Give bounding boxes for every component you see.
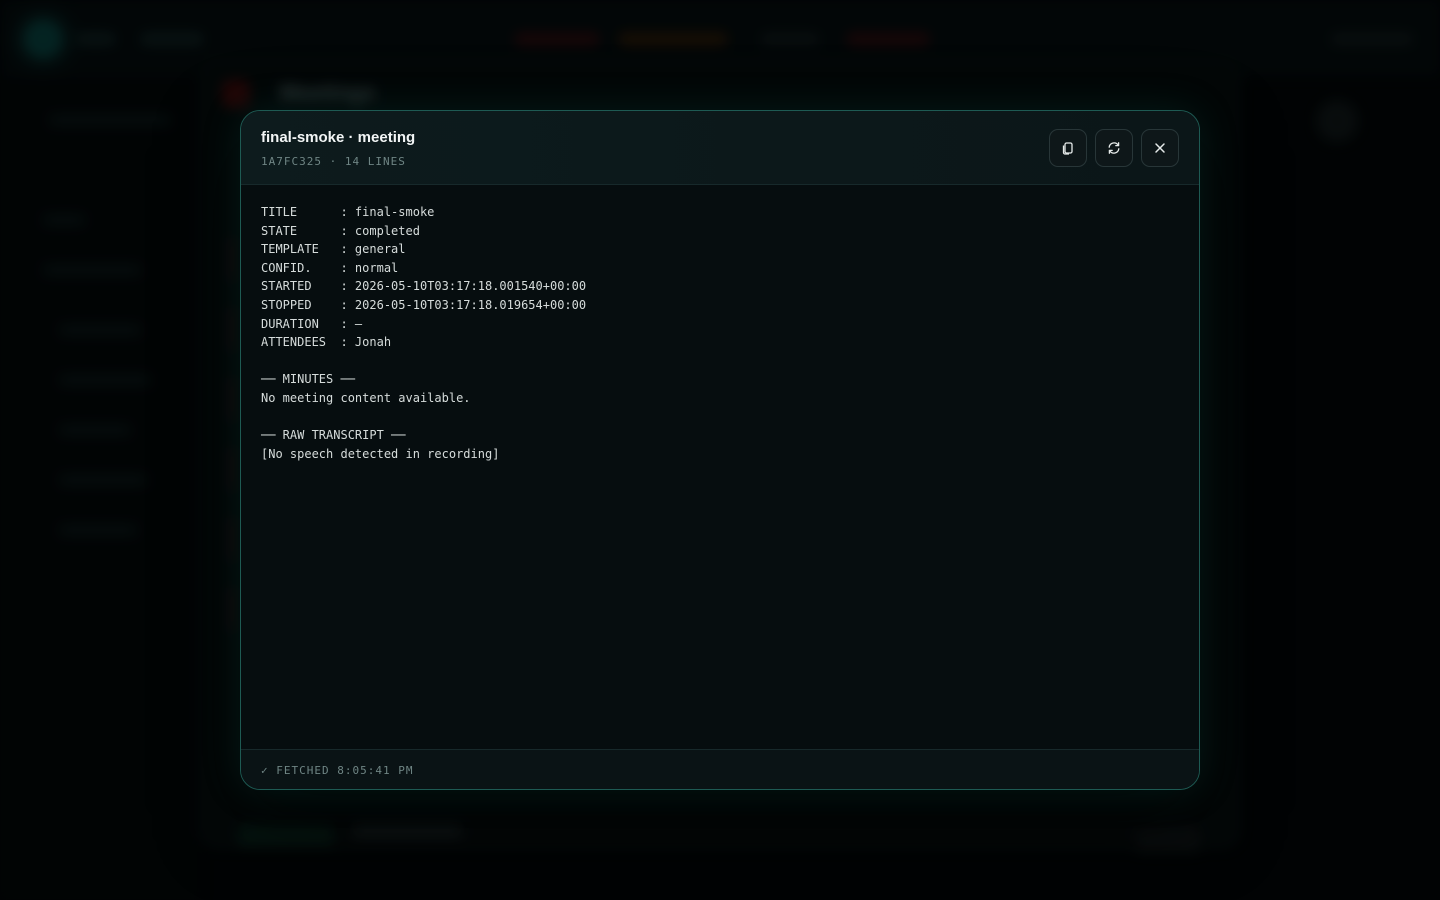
copy-icon <box>1062 142 1073 155</box>
field-line: DURATION : — <box>261 316 363 331</box>
fetched-status: ✓ FETCHED 8:05:41 PM <box>261 764 414 777</box>
field-line: TEMPLATE : general <box>261 242 406 257</box>
modal-body[interactable]: TITLE : final-smoke STATE : completed TEMP… <box>241 185 1199 749</box>
close-button[interactable] <box>1141 129 1179 167</box>
modal-title: final-smoke · meeting <box>261 129 416 146</box>
minutes-text: No meeting content available. <box>261 390 471 405</box>
close-icon <box>1155 143 1165 153</box>
transcript-text: [No speech detected in recording] <box>261 446 500 461</box>
refresh-icon <box>1108 142 1120 154</box>
modal-header: final-smoke · meeting 1A7FC325 · 14 LINE… <box>241 111 1199 185</box>
field-line: TITLE : final-smoke <box>261 205 435 219</box>
meeting-detail-text: TITLE : final-smoke STATE : completed TEMP… <box>261 203 1179 463</box>
copy-button[interactable] <box>1049 129 1087 167</box>
modal-footer: ✓ FETCHED 8:05:41 PM <box>241 749 1199 789</box>
field-line: STOPPED : 2026-05-10T03:17:18.019654+00:… <box>261 297 587 312</box>
field-line: STARTED : 2026-05-10T03:17:18.001540+00:… <box>261 279 587 294</box>
field-line: CONFID. : normal <box>261 260 399 275</box>
meeting-detail-modal: final-smoke · meeting 1A7FC325 · 14 LINE… <box>240 110 1200 790</box>
refresh-button[interactable] <box>1095 129 1133 167</box>
transcript-heading: ── RAW TRANSCRIPT ── <box>261 428 406 443</box>
field-line: STATE : completed <box>261 223 420 238</box>
field-line: ATTENDEES : Jonah <box>261 335 392 350</box>
minutes-heading: ── MINUTES ── <box>261 372 355 387</box>
modal-subtitle: 1A7FC325 · 14 LINES <box>261 155 406 168</box>
